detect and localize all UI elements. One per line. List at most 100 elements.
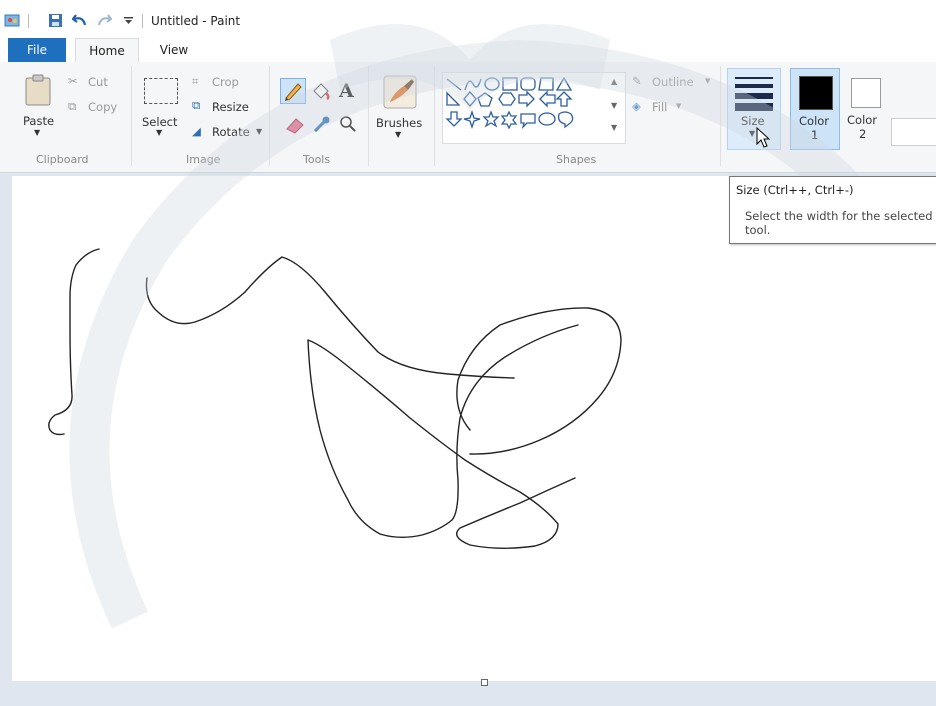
right-arrow-shape-icon xyxy=(518,90,535,108)
rectangle-shape-icon xyxy=(502,77,518,91)
left-arrow-shape-icon xyxy=(539,90,556,108)
color-1-label: Color xyxy=(799,114,830,128)
color-1-number: 1 xyxy=(811,128,819,142)
chevron-down-icon: ▼ xyxy=(395,130,402,139)
polygon-shape-icon xyxy=(538,77,554,91)
rotate-button[interactable]: ◢ Rotate ▼ xyxy=(192,124,262,142)
chevron-down-icon: ▼ xyxy=(256,127,263,136)
drawing-canvas[interactable] xyxy=(12,176,936,681)
copy-label: Copy xyxy=(88,100,118,114)
window-title: Untitled - Paint xyxy=(151,14,241,28)
redo-icon[interactable] xyxy=(96,13,112,28)
size-tooltip: Size (Ctrl++, Ctrl+-) Select the width f… xyxy=(729,176,936,244)
up-arrow-shape-icon xyxy=(555,91,573,107)
outline-label: Outline xyxy=(652,75,694,89)
color-picker-icon[interactable] xyxy=(312,114,332,134)
customize-quick-access-icon[interactable] xyxy=(124,16,133,25)
paste-label: Paste xyxy=(23,114,55,128)
rotate-label: Rotate xyxy=(212,125,250,139)
rounded-rectangle-shape-icon xyxy=(520,77,536,91)
oval-shape-icon xyxy=(484,77,500,91)
pencil-icon xyxy=(285,83,302,101)
tooltip-description: Select the width for the selected tool. xyxy=(745,209,933,237)
group-separator xyxy=(131,66,132,166)
save-icon[interactable] xyxy=(48,13,63,28)
group-separator xyxy=(434,66,435,166)
shapes-group-label: Shapes xyxy=(556,153,597,166)
mouse-pointer-icon xyxy=(756,127,771,148)
outline-brush-icon: ✎ xyxy=(632,74,642,88)
size-button[interactable]: Size ▼ xyxy=(727,68,781,150)
line-shape-icon xyxy=(446,78,462,91)
ribbon-tabs xyxy=(0,36,936,63)
paste-button[interactable]: Paste ▼ xyxy=(17,70,59,146)
magnifier-icon[interactable] xyxy=(338,114,358,134)
shapes-expand[interactable]: ▼ xyxy=(611,123,617,132)
color-2-swatch[interactable] xyxy=(851,78,881,108)
crop-label: Crop xyxy=(212,75,239,89)
select-label: Select xyxy=(142,115,178,129)
color-2-label: Color xyxy=(847,113,878,127)
pentagon-shape-icon xyxy=(477,92,493,107)
title-bar: Untitled - Paint xyxy=(0,0,936,36)
resize-button[interactable]: ⧉ Resize xyxy=(192,98,252,117)
cut-label: Cut xyxy=(88,75,108,89)
shapes-scroll-down[interactable]: ▼ xyxy=(611,101,617,110)
color-palette-partial[interactable] xyxy=(891,118,936,146)
fill-bucket-icon[interactable] xyxy=(310,82,332,102)
image-group-label: Image xyxy=(186,153,221,166)
diamond-shape-icon xyxy=(463,91,477,107)
cloud-callout-shape-icon xyxy=(557,111,574,129)
tab-home[interactable]: Home xyxy=(75,38,139,63)
color-1-swatch[interactable] xyxy=(799,76,833,110)
cut-button[interactable]: ✂ Cut xyxy=(68,74,120,92)
hexagon-shape-icon xyxy=(498,92,516,106)
eraser-icon[interactable] xyxy=(284,116,306,134)
brushes-button[interactable]: Brushes ▼ xyxy=(373,70,425,146)
title-separator xyxy=(142,14,143,28)
tooltip-title: Size (Ctrl++, Ctrl+-) xyxy=(736,183,854,197)
chevron-down-icon: ▼ xyxy=(676,102,682,110)
chevron-down-icon: ▼ xyxy=(705,77,711,85)
select-rectangle-icon xyxy=(144,78,178,104)
pencil-tool[interactable] xyxy=(280,78,306,104)
tools-group-label: Tools xyxy=(303,153,331,166)
chevron-down-icon: ▼ xyxy=(34,128,41,137)
canvas-resize-handle[interactable] xyxy=(481,679,488,686)
select-button[interactable]: Select ▼ xyxy=(138,72,182,146)
shapes-gallery-icons xyxy=(445,76,574,130)
curve-shape-icon xyxy=(464,78,482,91)
group-separator xyxy=(269,66,270,166)
tab-file[interactable]: File xyxy=(8,38,66,62)
clipboard-group-label: Clipboard xyxy=(36,153,89,166)
fill-button[interactable]: ◈ Fill ▼ xyxy=(632,99,692,117)
color-2-number: 2 xyxy=(859,127,867,141)
paint-app-icon[interactable] xyxy=(4,12,22,28)
line-width-icon xyxy=(735,75,773,111)
outline-button[interactable]: ✎ Outline ▼ xyxy=(632,74,716,92)
tab-view[interactable]: View xyxy=(150,38,198,62)
size-label: Size xyxy=(741,114,765,128)
oval-callout-shape-icon xyxy=(538,112,556,126)
four-point-star-shape-icon xyxy=(463,109,481,130)
fill-bucket-small-icon: ◈ xyxy=(632,99,641,113)
text-tool-icon[interactable]: A xyxy=(339,80,354,102)
title-separator xyxy=(28,14,29,28)
undo-icon[interactable] xyxy=(72,13,88,28)
right-triangle-shape-icon xyxy=(446,91,461,106)
freehand-drawing xyxy=(48,248,622,549)
group-separator xyxy=(368,66,369,166)
chevron-down-icon: ▼ xyxy=(749,129,756,138)
scissors-icon: ✂ xyxy=(68,74,78,88)
shapes-scroll-up[interactable]: ▲ xyxy=(611,77,617,86)
crop-button[interactable]: ⌗ Crop xyxy=(192,74,244,92)
clipboard-icon xyxy=(25,74,51,106)
chevron-down-icon: ▼ xyxy=(156,128,163,137)
six-point-star-shape-icon xyxy=(500,110,518,130)
rounded-callout-shape-icon xyxy=(520,113,536,130)
fill-label: Fill xyxy=(652,100,668,114)
crop-icon: ⌗ xyxy=(192,74,199,88)
resize-icon: ⧉ xyxy=(192,98,201,112)
copy-button[interactable]: ⧉ Copy xyxy=(68,99,124,117)
shapes-gallery[interactable]: ▲ ▼ ▼ xyxy=(442,72,626,144)
